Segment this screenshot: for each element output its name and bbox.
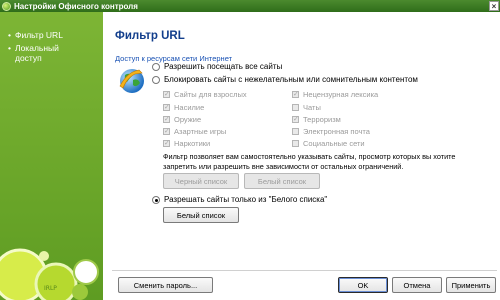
radio-label: Разрешить посещать все сайты: [164, 62, 283, 71]
footer-separator: [112, 270, 497, 271]
checkbox-violence[interactable]: ✓ Насилие: [163, 103, 204, 112]
logo-text: IRLP: [44, 285, 57, 292]
change-password-button[interactable]: Сменить пароль...: [118, 277, 213, 293]
filter-description: Фильтр позволяет вам самостоятельно указ…: [163, 152, 456, 171]
checkbox-box[interactable]: ✓: [292, 91, 299, 98]
cancel-button[interactable]: Отмена: [392, 277, 442, 293]
checkbox-label: Наркотики: [174, 139, 211, 148]
checkbox-adult[interactable]: ✓ Сайты для взрослых: [163, 90, 247, 99]
window-title: Настройки Офисного контроля: [14, 1, 138, 11]
sidebar-item-label: Фильтр URL: [15, 30, 63, 40]
sidebar-decoration-logo: IRLP: [0, 248, 99, 300]
whitelist-edit-button[interactable]: Белый список: [163, 207, 239, 223]
bullet-icon: •: [8, 43, 11, 53]
checkbox-box[interactable]: [292, 140, 299, 147]
sidebar-item-local-access[interactable]: • Локальный доступ: [8, 43, 75, 63]
radio-button[interactable]: [152, 62, 160, 71]
checkbox-box[interactable]: ✓: [163, 91, 170, 98]
checkbox-label: Социальные сети: [303, 139, 365, 148]
ok-button[interactable]: OK: [338, 277, 388, 293]
app-icon: [2, 1, 11, 11]
radio-allow-all[interactable]: Разрешить посещать все сайты: [152, 62, 282, 71]
close-button[interactable]: ×: [489, 1, 499, 11]
radio-button[interactable]: [152, 75, 160, 84]
radio-label: Блокировать сайты с нежелательным или со…: [164, 75, 418, 84]
checkbox-label: Нецензурная лексика: [303, 90, 379, 99]
checkbox-label: Оружие: [174, 115, 202, 124]
blacklist-button[interactable]: Черный список: [163, 173, 239, 189]
checkbox-label: Сайты для взрослых: [174, 90, 247, 99]
checkbox-box[interactable]: ✓: [163, 104, 170, 111]
checkbox-label: Электронная почта: [303, 127, 370, 136]
bullet-icon: •: [8, 30, 11, 40]
sidebar: • Фильтр URL • Локальный доступ IRLP: [0, 12, 103, 300]
checkbox-drugs[interactable]: ✓ Наркотики: [163, 139, 210, 148]
checkbox-box[interactable]: ✓: [163, 128, 170, 135]
radio-block-unwanted[interactable]: Блокировать сайты с нежелательным или со…: [152, 75, 418, 84]
checkbox-label: Терроризм: [303, 115, 341, 124]
page-title: Фильтр URL: [115, 30, 185, 42]
checkbox-box[interactable]: ✓: [292, 116, 299, 123]
checkbox-label: Насилие: [174, 103, 205, 112]
checkbox-email[interactable]: Электронная почта: [292, 127, 370, 136]
checkbox-chats[interactable]: Чаты: [292, 103, 321, 112]
radio-whitelist-only[interactable]: Разрешать сайты только из "Белого списка…: [152, 195, 327, 204]
checkbox-box[interactable]: ✓: [163, 140, 170, 147]
radio-label: Разрешать сайты только из "Белого списка…: [164, 195, 328, 204]
checkbox-weapons[interactable]: ✓ Оружие: [163, 115, 201, 124]
sidebar-item-label: Локальный доступ: [15, 43, 59, 63]
apply-button[interactable]: Применить: [446, 277, 496, 293]
whitelist-button[interactable]: Белый список: [244, 173, 320, 189]
checkbox-box[interactable]: [292, 128, 299, 135]
window-titlebar: Настройки Офисного контроля ×: [0, 0, 500, 12]
checkbox-box[interactable]: [292, 104, 299, 111]
checkbox-label: Чаты: [303, 103, 321, 112]
checkbox-terrorism[interactable]: ✓ Терроризм: [292, 115, 341, 124]
checkbox-gambling[interactable]: ✓ Азартные игры: [163, 127, 226, 136]
checkbox-profanity[interactable]: ✓ Нецензурная лексика: [292, 90, 378, 99]
radio-button-selected[interactable]: [152, 195, 160, 204]
globe-icon: [119, 69, 144, 93]
checkbox-box[interactable]: ✓: [163, 116, 170, 123]
checkbox-social[interactable]: Социальные сети: [292, 139, 365, 148]
checkbox-label: Азартные игры: [174, 127, 227, 136]
sidebar-item-url-filter[interactable]: • Фильтр URL: [8, 30, 63, 40]
